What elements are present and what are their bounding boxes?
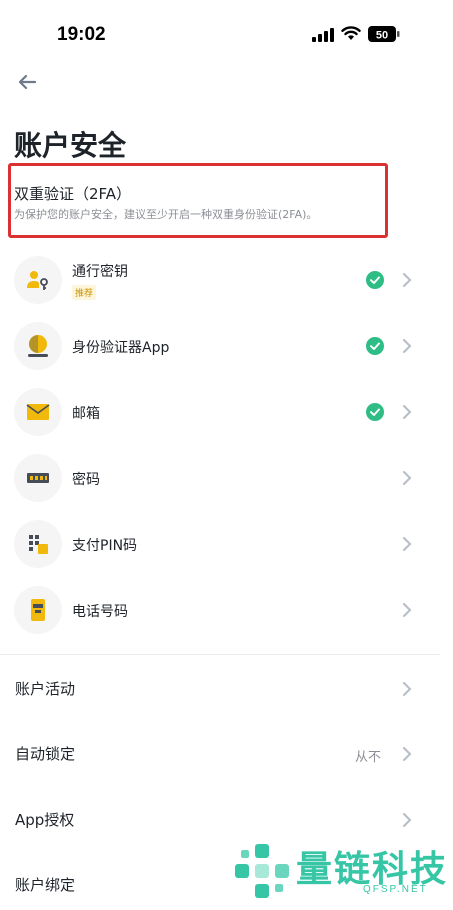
authenticator-icon bbox=[28, 335, 48, 357]
status-time: 19:02 bbox=[57, 24, 106, 45]
setting-row-app-authorization[interactable]: App授权 bbox=[0, 795, 440, 845]
battery-level: 50 bbox=[376, 30, 388, 42]
method-label: 电话号码 bbox=[72, 604, 128, 620]
chevron-right-icon bbox=[403, 273, 412, 287]
chevron-right-icon bbox=[403, 405, 412, 419]
chevron-right-icon bbox=[403, 339, 412, 353]
setting-label: 账户绑定 bbox=[15, 876, 76, 894]
setting-row-account-activity[interactable]: 账户活动 bbox=[0, 664, 440, 714]
chevron-right-icon bbox=[403, 682, 412, 696]
icon-container bbox=[14, 322, 62, 370]
recommended-badge: 推荐 bbox=[72, 285, 97, 300]
setting-label: 账户活动 bbox=[15, 680, 76, 698]
auto-lock-value: 从不 bbox=[355, 750, 382, 765]
method-row-phone[interactable]: 电话号码 bbox=[0, 582, 440, 638]
battery-icon: 50 bbox=[368, 26, 400, 42]
icon-container bbox=[14, 256, 62, 304]
method-label: 邮箱 bbox=[72, 406, 100, 422]
passkey-icon bbox=[27, 271, 48, 290]
setting-label: App授权 bbox=[15, 811, 75, 829]
method-row-passkey[interactable]: 通行密钥 推荐 bbox=[0, 252, 440, 308]
method-label: 身份验证器App bbox=[72, 340, 170, 356]
method-row-password[interactable]: 密码 bbox=[0, 450, 440, 506]
chevron-right-icon bbox=[403, 747, 412, 761]
chevron-right-icon bbox=[403, 813, 412, 827]
watermark-logo-icon bbox=[235, 844, 289, 898]
check-circle-icon bbox=[366, 337, 384, 355]
pin-icon bbox=[29, 535, 48, 554]
check-circle-icon bbox=[366, 403, 384, 421]
icon-container bbox=[14, 520, 62, 568]
chevron-right-icon bbox=[403, 471, 412, 485]
method-label: 通行密钥 bbox=[72, 264, 128, 280]
chevron-right-icon bbox=[403, 537, 412, 551]
method-row-pin[interactable]: 支付PIN码 bbox=[0, 516, 440, 572]
two-fa-description: 为保护您的账户安全，建议至少开启一种双重身份验证(2FA)。 bbox=[14, 208, 318, 221]
setting-row-auto-lock[interactable]: 自动锁定 从不 bbox=[0, 729, 440, 779]
icon-container bbox=[14, 454, 62, 502]
watermark-subtext: QFSP.NET bbox=[363, 884, 428, 895]
wifi-icon bbox=[341, 26, 361, 40]
method-label: 支付PIN码 bbox=[72, 538, 138, 554]
phone-icon bbox=[31, 599, 45, 621]
icon-container bbox=[14, 388, 62, 436]
icon-container bbox=[14, 586, 62, 634]
cellular-signal-icon bbox=[312, 28, 334, 42]
setting-label: 自动锁定 bbox=[15, 745, 76, 763]
password-icon bbox=[27, 473, 49, 483]
method-row-authenticator[interactable]: 身份验证器App bbox=[0, 318, 440, 374]
back-arrow-icon[interactable] bbox=[15, 70, 39, 94]
two-fa-title: 双重验证（2FA） bbox=[14, 185, 132, 203]
status-bar: 19:02 50 bbox=[0, 0, 453, 60]
page-title: 账户安全 bbox=[14, 129, 127, 162]
section-divider bbox=[0, 654, 440, 655]
check-circle-icon bbox=[366, 271, 384, 289]
method-row-email[interactable]: 邮箱 bbox=[0, 384, 440, 440]
email-icon bbox=[26, 404, 50, 420]
chevron-right-icon bbox=[403, 603, 412, 617]
method-label: 密码 bbox=[72, 472, 100, 488]
